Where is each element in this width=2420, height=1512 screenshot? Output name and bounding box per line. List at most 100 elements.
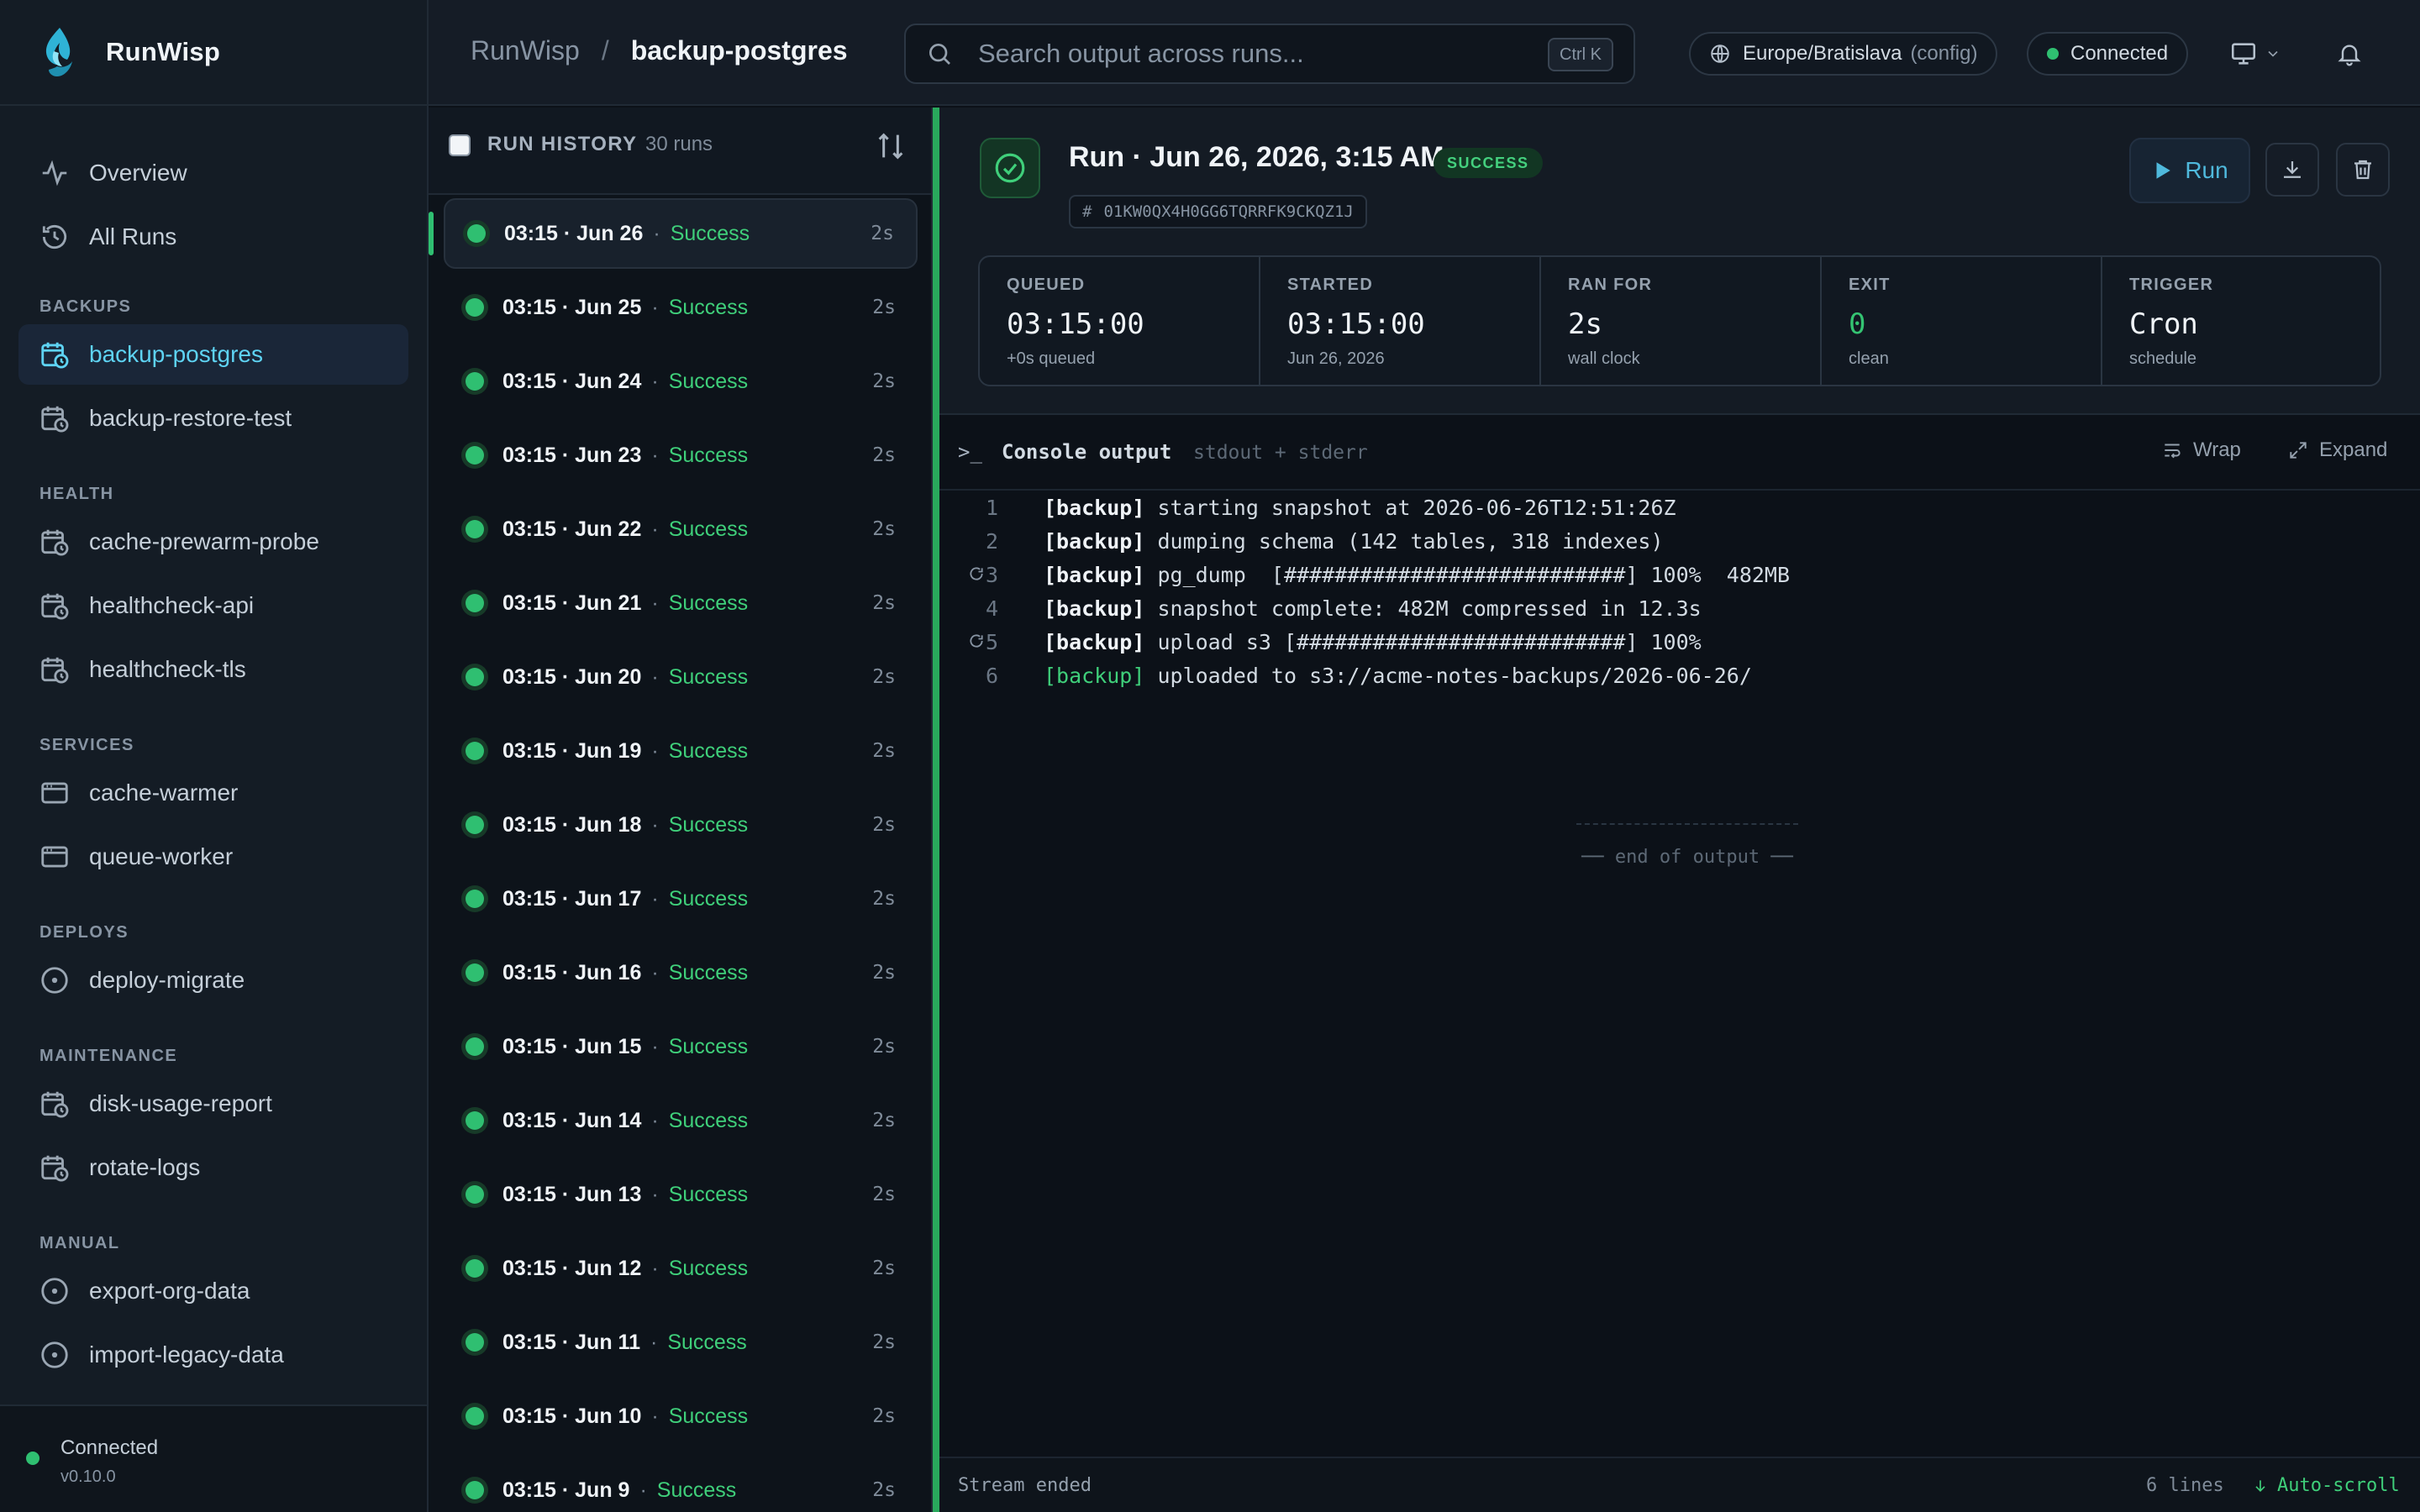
sidebar-item-queue-worker[interactable]: queue-worker xyxy=(18,827,408,887)
run-duration: 2s xyxy=(872,740,896,762)
stat-started: STARTED 03:15:00 Jun 26, 2026 xyxy=(1260,257,1541,385)
run-history-row[interactable]: 03:15 · Jun 21 · Success 2s xyxy=(444,568,918,638)
end-of-output-marker: ── end of output ── xyxy=(1581,847,1793,868)
expand-icon xyxy=(2290,442,2307,459)
connection-status-dot xyxy=(26,1452,39,1465)
separator-dot: · xyxy=(651,1182,659,1206)
sidebar-item-cache-prewarm-probe[interactable]: cache-prewarm-probe xyxy=(18,512,408,572)
console-subtitle: stdout + stderr xyxy=(1193,442,1368,464)
app-name: RunWisp xyxy=(106,37,221,66)
sidebar-item-label: cache-warmer xyxy=(89,780,239,806)
line-number: 1 xyxy=(985,495,998,520)
sidebar-item-healthcheck-tls[interactable]: healthcheck-tls xyxy=(18,639,408,700)
run-history-row[interactable]: 03:15 · Jun 9 · Success 2s xyxy=(444,1455,918,1512)
sidebar-item-deploy-migrate[interactable]: deploy-migrate xyxy=(18,950,408,1011)
run-history-row[interactable]: 03:15 · Jun 19 · Success 2s xyxy=(444,716,918,786)
separator-dot: · xyxy=(651,886,659,911)
run-history-row[interactable]: 03:15 · Jun 24 · Success 2s xyxy=(444,346,918,417)
run-status: Success xyxy=(668,591,749,615)
search-input[interactable] xyxy=(978,39,1516,69)
sidebar-item-healthcheck-api[interactable]: healthcheck-api xyxy=(18,575,408,636)
sidebar-item-disk-usage-report[interactable]: disk-usage-report xyxy=(18,1074,408,1134)
run-history-row[interactable]: 03:15 · Jun 15 · Success 2s xyxy=(444,1011,918,1082)
run-status: Success xyxy=(668,1256,749,1280)
wrap-toggle[interactable]: Wrap xyxy=(2161,438,2241,462)
run-time: 03:15 · Jun 16 xyxy=(502,960,642,984)
sidebar-item-cache-warmer[interactable]: cache-warmer xyxy=(18,763,408,823)
run-status: Success xyxy=(668,886,749,911)
run-history-row[interactable]: 03:15 · Jun 16 · Success 2s xyxy=(444,937,918,1008)
line-text: [backup] snapshot complete: 482M compres… xyxy=(1044,596,1702,621)
line-number: 3 xyxy=(985,562,998,587)
run-history-row[interactable]: 03:15 · Jun 11 · Success 2s xyxy=(444,1307,918,1378)
run-duration: 2s xyxy=(872,518,896,540)
sidebar-item-overview[interactable]: Overview xyxy=(18,143,408,203)
stat-label: TRIGGER xyxy=(2129,276,2214,294)
run-duration: 2s xyxy=(872,592,896,614)
sidebar-item-label: rotate-logs xyxy=(89,1154,201,1180)
delete-button[interactable] xyxy=(2336,143,2390,197)
run-history-row[interactable]: 03:15 · Jun 13 · Success 2s xyxy=(444,1159,918,1230)
run-status: Success xyxy=(668,1034,749,1058)
separator-dot: · xyxy=(639,1478,647,1502)
run-time: 03:15 · Jun 19 xyxy=(502,738,642,763)
autoscroll-toggle[interactable]: Auto-scroll xyxy=(2252,1475,2400,1496)
sidebar-item-label: cache-prewarm-probe xyxy=(89,528,319,554)
separator-dot: · xyxy=(650,1330,658,1354)
run-time: 03:15 · Jun 15 xyxy=(502,1034,642,1058)
run-history-row[interactable]: 03:15 · Jun 20 · Success 2s xyxy=(444,642,918,712)
sidebar-item-backup-postgres[interactable]: backup-postgres xyxy=(18,324,408,385)
run-time: 03:15 · Jun 24 xyxy=(502,369,642,393)
sidebar-item-all-runs[interactable]: All Runs xyxy=(18,207,408,267)
sidebar-item-backup-restore-test[interactable]: backup-restore-test xyxy=(18,388,408,449)
breadcrumb-current: backup-postgres xyxy=(630,35,848,66)
run-time: 03:15 · Jun 12 xyxy=(502,1256,642,1280)
run-button[interactable]: Run xyxy=(2129,138,2250,203)
run-history-row[interactable]: 03:15 · Jun 23 · Success 2s xyxy=(444,420,918,491)
bell-icon xyxy=(2338,45,2361,66)
run-duration: 2s xyxy=(872,962,896,984)
console-line: 3 [backup] pg_dump [#####################… xyxy=(939,558,2420,591)
run-history-row[interactable]: 03:15 · Jun 17 · Success 2s xyxy=(444,864,918,934)
run-history-row[interactable]: 03:15 · Jun 18 · Success 2s xyxy=(444,790,918,860)
sidebar-item-rotate-logs[interactable]: rotate-logs xyxy=(18,1137,408,1198)
sidebar-item-import-legacy-data[interactable]: import-legacy-data xyxy=(18,1325,408,1385)
console-output[interactable]: ── end of output ── 1 [backup] starting s… xyxy=(939,491,2420,1512)
run-time: 03:15 · Jun 20 xyxy=(502,664,642,689)
run-time: 03:15 · Jun 11 xyxy=(502,1330,640,1354)
separator-dot: · xyxy=(651,1034,659,1058)
stat-sub: wall clock xyxy=(1568,349,1640,368)
sidebar-item-export-org-data[interactable]: export-org-data xyxy=(18,1261,408,1321)
separator-dot: · xyxy=(651,1404,659,1428)
run-time: 03:15 · Jun 17 xyxy=(502,886,642,911)
timezone-label: Europe/Bratislava xyxy=(1743,42,1902,65)
status-dot xyxy=(466,890,484,908)
expand-button[interactable]: Expand xyxy=(2287,438,2387,462)
run-id-chip[interactable]: # 01KW0QX4H0GG6TQRRFK9CKQZ1J xyxy=(1069,195,1367,228)
breadcrumb-root[interactable]: RunWisp xyxy=(471,35,580,66)
notifications-button[interactable] xyxy=(2328,32,2371,76)
log-message: uploaded to s3://acme-notes-backups/2026… xyxy=(1144,663,1752,688)
run-history-row[interactable]: 03:15 · Jun 22 · Success 2s xyxy=(444,494,918,564)
run-duration: 2s xyxy=(872,1257,896,1279)
run-time: 03:15 · Jun 22 xyxy=(502,517,642,541)
timezone-pill[interactable]: Europe/Bratislava (config) xyxy=(1689,32,1998,76)
console-footer: Stream ended 6 lines Auto-scroll xyxy=(939,1457,2420,1512)
line-text: [backup] pg_dump [######################… xyxy=(1044,563,1790,587)
display-mode-button[interactable] xyxy=(2222,32,2289,76)
download-button[interactable] xyxy=(2265,143,2319,197)
sidebar-section-title: SERVICES xyxy=(39,736,134,754)
stat-sub: Jun 26, 2026 xyxy=(1287,349,1385,368)
run-history-row[interactable]: 03:15 · Jun 10 · Success 2s xyxy=(444,1381,918,1452)
run-history-row[interactable]: 03:15 · Jun 14 · Success 2s xyxy=(444,1085,918,1156)
search-box[interactable]: Ctrl K xyxy=(904,24,1635,84)
select-all-checkbox[interactable] xyxy=(449,134,471,156)
log-message: snapshot complete: 482M compressed in 12… xyxy=(1144,596,1702,621)
run-history-row[interactable]: 03:15 · Jun 12 · Success 2s xyxy=(444,1233,918,1304)
runwisp-logo-icon xyxy=(45,28,72,76)
brand[interactable]: RunWisp xyxy=(0,0,427,106)
run-history-row[interactable]: 03:15 · Jun 25 · Success 2s xyxy=(444,272,918,343)
run-detail: Run · Jun 26, 2026, 3:15 AM SUCCESS # 01… xyxy=(933,108,2420,1512)
sort-icon[interactable] xyxy=(874,129,908,163)
run-history-row[interactable]: 03:15 · Jun 26 · Success 2s xyxy=(444,198,918,269)
